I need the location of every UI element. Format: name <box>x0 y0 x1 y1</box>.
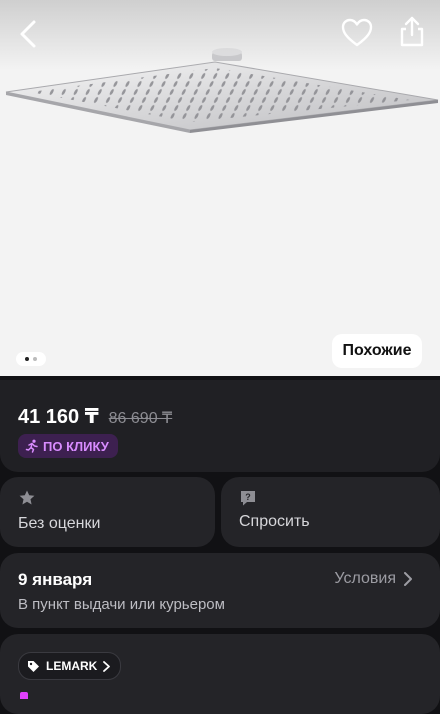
chevron-right-icon <box>404 572 412 586</box>
svg-text:?: ? <box>245 492 251 502</box>
top-bar <box>0 0 440 70</box>
product-gallery[interactable]: Похожие <box>0 0 440 376</box>
ask-label: Спросить <box>239 513 310 530</box>
brand-name: LEMARK <box>46 659 98 673</box>
similar-button[interactable]: Похожие <box>332 334 422 368</box>
chevron-right-icon <box>103 660 111 672</box>
pagination-dot-active <box>25 357 29 361</box>
delivery-date: 9 января <box>18 570 93 589</box>
tag-icon <box>28 660 39 672</box>
share-button[interactable] <box>396 14 428 50</box>
back-arrow-icon <box>20 20 36 48</box>
back-button[interactable] <box>14 16 46 52</box>
promo-badge[interactable]: ПО КЛИКУ <box>18 434 118 458</box>
question-bubble-icon: ? <box>241 491 255 506</box>
current-price: 41 160 ₸ <box>18 406 99 428</box>
pagination-dot <box>33 357 37 361</box>
rating-card[interactable]: Без оценки <box>0 477 215 547</box>
running-person-icon <box>25 439 38 453</box>
share-icon <box>400 16 424 47</box>
heart-icon <box>341 18 373 47</box>
conditions-label: Условия <box>334 570 396 587</box>
next-section-marker <box>20 692 28 699</box>
delivery-subtitle: В пункт выдачи или курьером <box>18 596 225 613</box>
gallery-pagination <box>16 352 46 366</box>
favorite-button[interactable] <box>340 16 374 50</box>
rating-label: Без оценки <box>18 515 101 532</box>
old-price: 86 690 ₸ <box>108 410 173 427</box>
promo-label: ПО КЛИКУ <box>43 438 109 454</box>
ask-card[interactable]: ? Спросить <box>221 477 440 547</box>
brand-chip[interactable]: LEMARK <box>18 652 122 680</box>
price-row: 41 160 ₸ 86 690 ₸ <box>18 404 172 429</box>
conditions-link[interactable]: Условия <box>334 570 412 588</box>
star-icon <box>19 490 35 505</box>
delivery-card[interactable] <box>0 553 440 628</box>
